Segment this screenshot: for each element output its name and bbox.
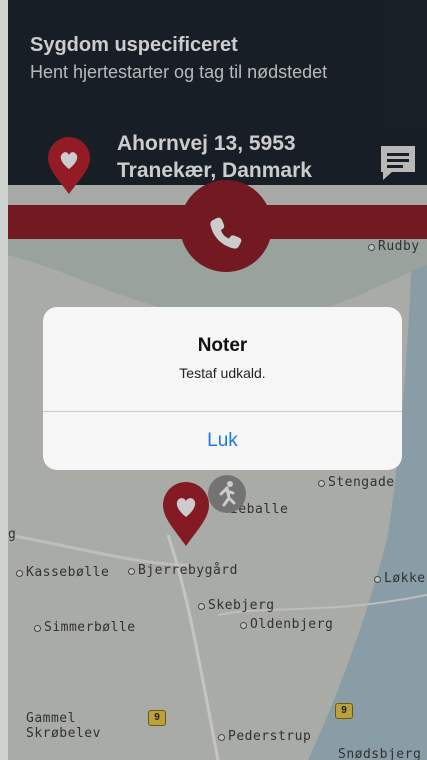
notes-alert: Noter Testaf udkald. Luk: [43, 307, 402, 470]
phone-screen: Rudby Stengade ieballe g Kassebølle Bjer…: [8, 0, 427, 760]
alert-message: Testaf udkald.: [179, 365, 266, 381]
close-button[interactable]: Luk: [43, 412, 402, 470]
alert-title: Noter: [197, 335, 248, 356]
